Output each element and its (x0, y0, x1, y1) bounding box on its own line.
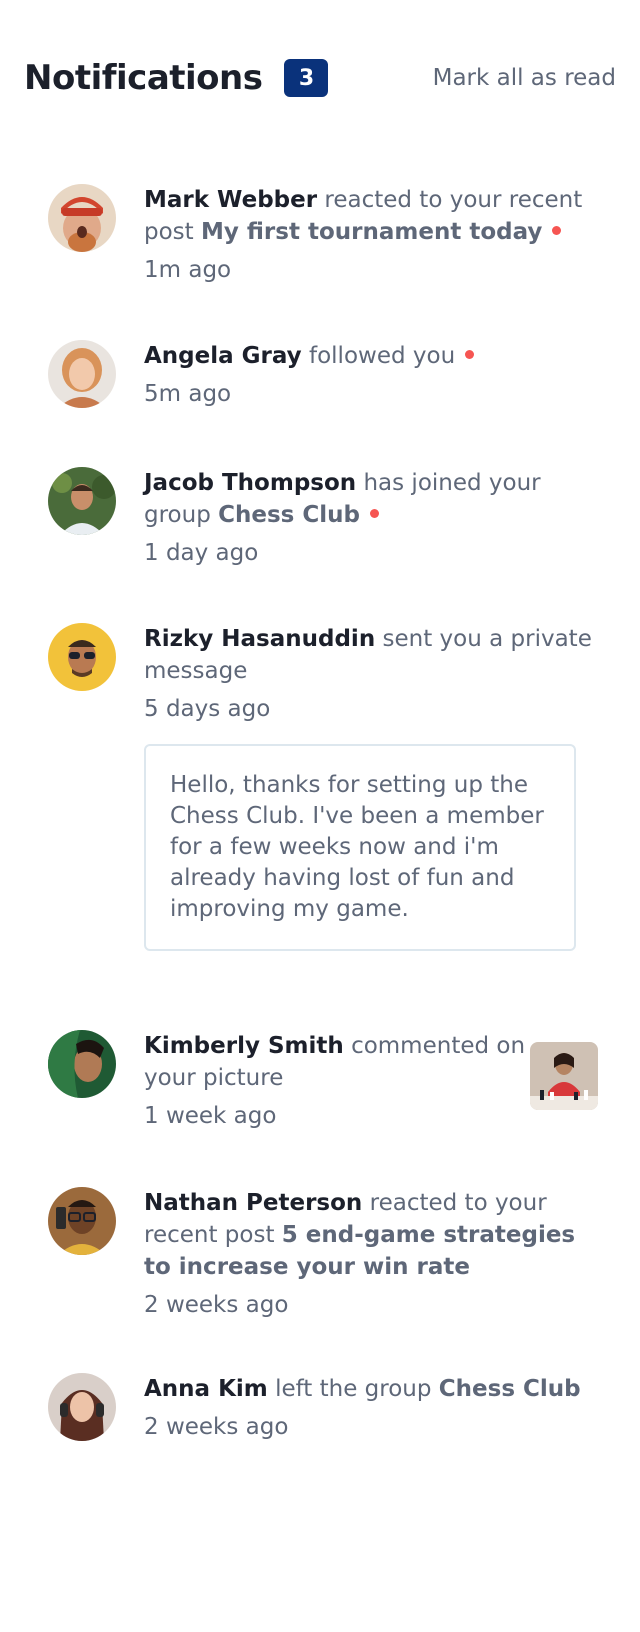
notification-time: 5m ago (144, 381, 232, 407)
actor-name[interactable]: Nathan Peterson (144, 1190, 362, 1216)
unread-dot-icon (369, 509, 379, 518)
notification-content: Mark Webber reacted to your recent post … (144, 184, 598, 286)
notification-content: Anna Kim left the group Chess Club 2 wee… (144, 1373, 598, 1443)
mark-all-as-read-button[interactable]: Mark all as read (433, 65, 616, 91)
private-message-preview[interactable]: Hello, thanks for setting up the Chess C… (144, 744, 576, 951)
avatar[interactable] (48, 1030, 116, 1098)
actor-name[interactable]: Kimberly Smith (144, 1033, 344, 1059)
actor-name[interactable]: Mark Webber (144, 187, 317, 213)
notification-time: 1 week ago (144, 1103, 277, 1129)
avatar[interactable] (48, 467, 116, 535)
notification-content: Nathan Peterson reacted to your recent p… (144, 1187, 598, 1321)
unread-count-badge: 3 (284, 59, 329, 97)
avatar[interactable] (48, 623, 116, 691)
notification-time: 1m ago (144, 257, 232, 283)
notifications-page: Notifications 3 Mark all as read Mark We… (0, 0, 640, 1632)
notification-time: 2 weeks ago (144, 1292, 289, 1318)
group-link[interactable]: Chess Club (439, 1376, 581, 1402)
post-link[interactable]: My first tournament today (201, 219, 542, 245)
avatar[interactable] (48, 184, 116, 252)
avatar[interactable] (48, 340, 116, 408)
avatar[interactable] (48, 1187, 116, 1255)
actor-name[interactable]: Angela Gray (144, 343, 302, 369)
notifications-header: Notifications 3 Mark all as read (24, 52, 616, 104)
notification-content: Kimberly Smith commented on your picture… (144, 1030, 526, 1132)
notification-time: 1 day ago (144, 540, 259, 566)
avatar[interactable] (48, 1373, 116, 1441)
page-title: Notifications (24, 58, 263, 98)
unread-dot-icon (552, 226, 562, 235)
actor-name[interactable]: Jacob Thompson (144, 470, 356, 496)
unread-dot-icon (465, 350, 475, 359)
actor-name[interactable]: Anna Kim (144, 1376, 268, 1402)
actor-name[interactable]: Rizky Hasanuddin (144, 626, 375, 652)
commented-picture-thumbnail[interactable] (530, 1042, 598, 1110)
notification-time: 5 days ago (144, 696, 271, 722)
header-title-group: Notifications 3 (24, 58, 329, 98)
notification-content: Jacob Thompson has joined your group Che… (144, 467, 598, 569)
notification-content: Rizky Hasanuddin sent you a private mess… (144, 623, 598, 725)
notification-content: Angela Gray followed you 5m ago (144, 340, 598, 410)
group-link[interactable]: Chess Club (218, 502, 360, 528)
notification-action: left the group (275, 1376, 432, 1402)
notification-action: followed you (309, 343, 456, 369)
notification-time: 2 weeks ago (144, 1414, 289, 1440)
